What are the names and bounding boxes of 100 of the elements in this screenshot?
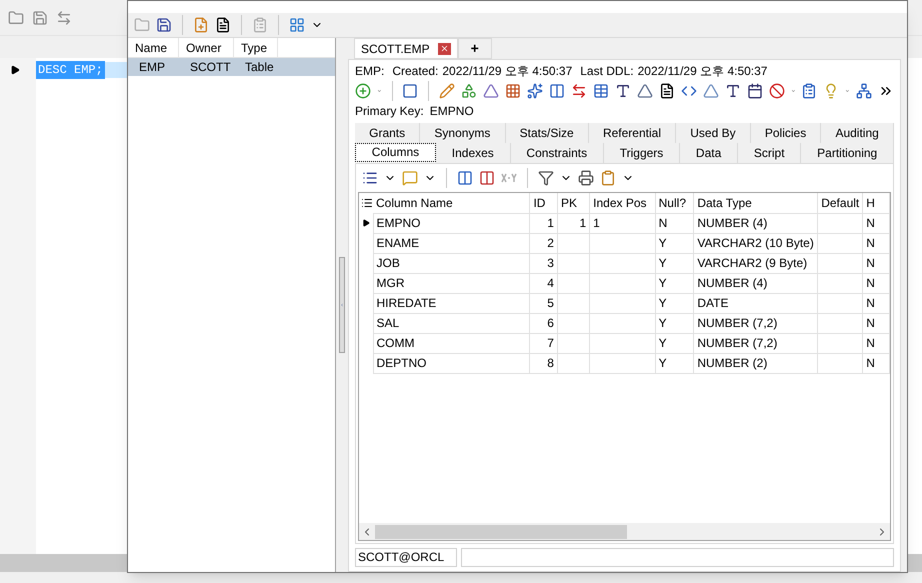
table-cell: JOB — [373, 253, 530, 273]
table-cell — [557, 273, 590, 293]
detail-tab[interactable]: Data — [680, 143, 738, 163]
table-cell: Y — [655, 233, 694, 253]
table-cell: SAL — [373, 313, 530, 333]
table-cell: N — [862, 273, 890, 293]
table-cell: MGR — [373, 273, 530, 293]
table-cell: HIREDATE — [373, 293, 530, 313]
column-header[interactable]: PK — [557, 193, 590, 213]
column-header[interactable]: Index Pos — [590, 193, 656, 213]
add-column-icon[interactable] — [457, 170, 473, 186]
table-cell: Y — [655, 353, 694, 373]
table-icon[interactable] — [592, 83, 609, 99]
tree-icon[interactable] — [856, 83, 872, 99]
table-cell: EMPNO — [373, 213, 530, 233]
created-label: Created: — [392, 62, 438, 80]
detail-tab[interactable]: Partitioning — [801, 143, 894, 163]
detail-tab[interactable]: Auditing — [821, 123, 894, 143]
splitter-handle[interactable] — [339, 257, 345, 353]
column-header[interactable]: Default — [818, 193, 863, 213]
table-cell: 1 — [590, 213, 656, 233]
triangle-icon[interactable] — [482, 83, 499, 99]
printer-icon[interactable] — [578, 170, 594, 186]
table-cell: N — [862, 293, 890, 313]
table-cell: Y — [655, 253, 694, 273]
detail-tab[interactable]: Stats/Size — [506, 123, 589, 143]
column-header[interactable]: Type — [234, 38, 278, 57]
column-header[interactable]: Null? — [655, 193, 694, 213]
document-tab[interactable]: + — [458, 38, 492, 59]
detail-tab[interactable]: Referential — [588, 123, 676, 143]
table-cell — [590, 353, 656, 373]
stop-icon[interactable] — [768, 83, 785, 99]
add-icon[interactable] — [355, 83, 371, 99]
arrows-icon[interactable] — [570, 83, 587, 99]
created-value: 2022/11/29 오후 4:50:37 — [442, 62, 572, 80]
list-icon[interactable] — [362, 170, 378, 186]
new-document-icon[interactable] — [193, 17, 209, 33]
table-cell — [590, 293, 656, 313]
table-cell — [818, 213, 863, 233]
detail-tab[interactable]: Grants — [355, 123, 420, 143]
table-cell: N — [862, 353, 890, 373]
column-header[interactable]: Data Type — [694, 193, 818, 213]
table-cell — [590, 333, 656, 353]
detail-tab[interactable]: Used By — [676, 123, 751, 143]
column-header[interactable]: Column Name — [373, 193, 530, 213]
table-cell: 2 — [530, 233, 558, 253]
close-icon[interactable] — [438, 42, 451, 54]
detail-tab[interactable]: Columns — [355, 143, 436, 162]
table-cell — [590, 313, 656, 333]
table-cell: NUMBER (4) — [694, 273, 818, 293]
detail-tab[interactable]: Policies — [750, 123, 822, 143]
detail-tab[interactable]: Synonyms — [420, 123, 506, 143]
table-cell — [557, 293, 590, 313]
detail-tab[interactable]: Indexes — [436, 143, 511, 163]
save-icon[interactable] — [156, 17, 172, 33]
table-cell-text: Table — [244, 59, 275, 76]
table-cell: DATE — [694, 293, 818, 313]
column-header[interactable]: Name — [128, 38, 179, 57]
primary-key-value: EMPNO — [430, 102, 474, 120]
table-cell: N — [862, 233, 890, 253]
remove-column-icon[interactable] — [479, 170, 495, 186]
ddl-value: 2022/11/29 오후 4:50:37 — [638, 62, 768, 80]
filter-icon[interactable] — [538, 170, 554, 186]
shapes-icon[interactable] — [460, 83, 477, 99]
table-cell — [557, 313, 590, 333]
document-tab[interactable]: SCOTT.EMP — [354, 38, 458, 59]
detail-tab[interactable]: Script — [738, 143, 802, 163]
table-cell: Y — [655, 293, 694, 313]
detail-tab[interactable]: Triggers — [604, 143, 680, 163]
table-cell — [818, 273, 863, 293]
table-cell: N — [862, 333, 890, 353]
table-cell — [818, 233, 863, 253]
table-cell: 1 — [557, 213, 590, 233]
column-header[interactable]: H — [862, 193, 890, 213]
column-header[interactable]: Owner — [179, 38, 234, 57]
window-icon[interactable] — [402, 83, 418, 99]
grid-icon[interactable] — [289, 17, 305, 33]
clipboard-icon[interactable] — [600, 170, 616, 186]
table-cell: Y — [655, 313, 694, 333]
triangle-icon[interactable] — [636, 83, 653, 99]
table-cell — [590, 253, 656, 273]
table-cell — [557, 253, 590, 273]
table-cell — [557, 333, 590, 353]
table-cell: 8 — [530, 353, 558, 373]
text-icon[interactable] — [724, 83, 741, 99]
ddl-label: Last DDL: — [580, 62, 634, 80]
table-cell: 5 — [530, 293, 558, 313]
table-cell — [818, 313, 863, 333]
table-cell: NUMBER (7,2) — [694, 313, 818, 333]
object-label: EMP: — [355, 62, 384, 80]
object-row[interactable]: EMP SCOTT Table — [128, 58, 335, 76]
table-cell: DEPTNO — [373, 353, 530, 373]
pencil-icon[interactable] — [438, 83, 455, 99]
table-cell: N — [655, 213, 694, 233]
calendar-icon[interactable] — [746, 83, 763, 99]
detail-tab[interactable]: Constraints — [510, 143, 604, 163]
horizontal-scrollbar[interactable] — [359, 523, 890, 540]
column-header[interactable]: ID — [530, 193, 558, 213]
table-cell: N — [862, 213, 890, 233]
current-line-icon — [10, 64, 20, 76]
